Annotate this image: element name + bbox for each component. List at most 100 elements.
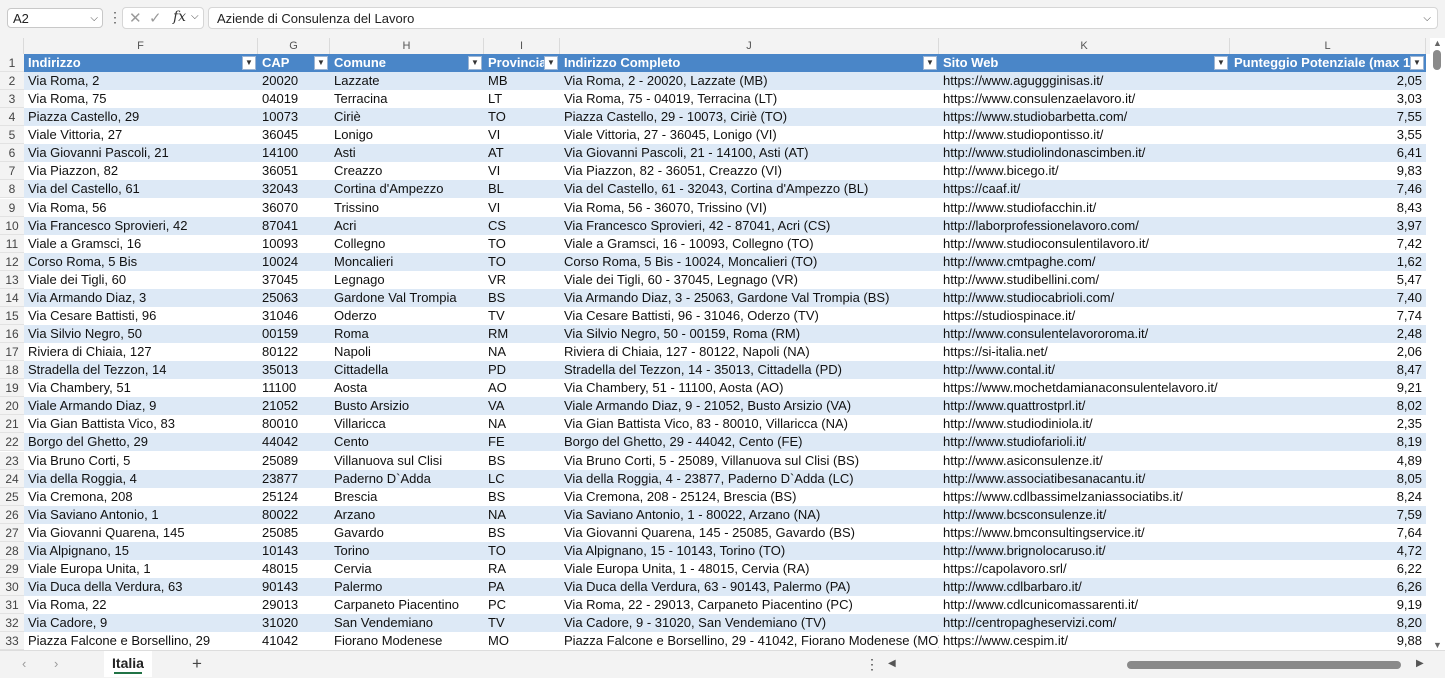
- column-header[interactable]: Indirizzo Completo: [560, 54, 939, 72]
- table-cell[interactable]: 8,47: [1230, 361, 1426, 379]
- table-cell[interactable]: http://www.bicego.it/: [939, 162, 1230, 180]
- filter-dropdown-icon[interactable]: ▼: [923, 56, 937, 70]
- table-cell[interactable]: Via Cremona, 208: [24, 488, 258, 506]
- scroll-down-icon[interactable]: ▼: [1433, 640, 1442, 650]
- table-cell[interactable]: 04019: [258, 90, 330, 108]
- table-cell[interactable]: https://www.cespim.it/: [939, 632, 1230, 650]
- table-cell[interactable]: Via Francesco Sprovieri, 42 - 87041, Acr…: [560, 217, 939, 235]
- table-cell[interactable]: https://studiospinace.it/: [939, 307, 1230, 325]
- chevron-down-icon[interactable]: ⌵: [191, 11, 199, 22]
- column-letter-k[interactable]: K: [939, 38, 1230, 54]
- table-cell[interactable]: Viale Europa Unita, 1: [24, 560, 258, 578]
- table-cell[interactable]: Gardone Val Trompia: [330, 289, 484, 307]
- table-cell[interactable]: BS: [484, 452, 560, 470]
- table-cell[interactable]: Via Armando Diaz, 3: [24, 289, 258, 307]
- table-cell[interactable]: Gavardo: [330, 524, 484, 542]
- table-cell[interactable]: Via Alpignano, 15: [24, 542, 258, 560]
- table-cell[interactable]: Viale Europa Unita, 1 - 48015, Cervia (R…: [560, 560, 939, 578]
- row-number[interactable]: 13: [0, 270, 24, 289]
- table-cell[interactable]: Viale dei Tigli, 60: [24, 271, 258, 289]
- name-box[interactable]: A2 ⌵: [7, 8, 103, 28]
- table-cell[interactable]: Via Duca della Verdura, 63 - 90143, Pale…: [560, 578, 939, 596]
- table-cell[interactable]: TV: [484, 614, 560, 632]
- table-cell[interactable]: PD: [484, 361, 560, 379]
- table-cell[interactable]: NA: [484, 415, 560, 433]
- table-cell[interactable]: 00159: [258, 325, 330, 343]
- column-letter-l[interactable]: L: [1230, 38, 1426, 54]
- row-number[interactable]: 32: [0, 614, 24, 633]
- table-cell[interactable]: 41042: [258, 632, 330, 650]
- table-cell[interactable]: https://caaf.it/: [939, 180, 1230, 198]
- table-cell[interactable]: 4,89: [1230, 452, 1426, 470]
- table-cell[interactable]: Villanuova sul Clisi: [330, 452, 484, 470]
- table-cell[interactable]: MO: [484, 632, 560, 650]
- column-letter-h[interactable]: H: [330, 38, 484, 54]
- row-number[interactable]: 24: [0, 469, 24, 488]
- table-cell[interactable]: Corso Roma, 5 Bis: [24, 253, 258, 271]
- row-number[interactable]: 4: [0, 108, 24, 127]
- filter-dropdown-icon[interactable]: ▼: [544, 56, 558, 70]
- table-cell[interactable]: RM: [484, 325, 560, 343]
- row-number[interactable]: 25: [0, 487, 24, 506]
- table-cell[interactable]: Arzano: [330, 506, 484, 524]
- table-cell[interactable]: 80022: [258, 506, 330, 524]
- prev-sheet-icon[interactable]: ‹: [22, 656, 26, 671]
- table-cell[interactable]: 7,74: [1230, 307, 1426, 325]
- table-cell[interactable]: 29013: [258, 596, 330, 614]
- table-cell[interactable]: 36070: [258, 199, 330, 217]
- table-cell[interactable]: Via della Roggia, 4 - 23877, Paderno D`A…: [560, 470, 939, 488]
- table-cell[interactable]: 7,42: [1230, 235, 1426, 253]
- table-cell[interactable]: Via della Roggia, 4: [24, 470, 258, 488]
- table-cell[interactable]: 8,02: [1230, 397, 1426, 415]
- row-number[interactable]: 11: [0, 234, 24, 253]
- table-cell[interactable]: 7,55: [1230, 108, 1426, 126]
- table-cell[interactable]: Via Bruno Corti, 5 - 25089, Villanuova s…: [560, 452, 939, 470]
- table-cell[interactable]: Fiorano Modenese: [330, 632, 484, 650]
- table-cell[interactable]: 7,46: [1230, 180, 1426, 198]
- table-cell[interactable]: 8,20: [1230, 614, 1426, 632]
- table-cell[interactable]: 2,48: [1230, 325, 1426, 343]
- table-cell[interactable]: 87041: [258, 217, 330, 235]
- column-header[interactable]: Indirizzo: [24, 54, 258, 72]
- table-cell[interactable]: Via Roma, 56 - 36070, Trissino (VI): [560, 199, 939, 217]
- table-cell[interactable]: 7,40: [1230, 289, 1426, 307]
- table-cell[interactable]: Viale Armando Diaz, 9: [24, 397, 258, 415]
- table-cell[interactable]: 80122: [258, 343, 330, 361]
- table-cell[interactable]: Legnago: [330, 271, 484, 289]
- table-cell[interactable]: Piazza Castello, 29: [24, 108, 258, 126]
- row-number[interactable]: 15: [0, 306, 24, 325]
- table-cell[interactable]: http://centropagheservizi.com/: [939, 614, 1230, 632]
- table-cell[interactable]: https://www.mochetdamianaconsulentelavor…: [939, 379, 1230, 397]
- table-cell[interactable]: Via Saviano Antonio, 1: [24, 506, 258, 524]
- table-cell[interactable]: Via Duca della Verdura, 63: [24, 578, 258, 596]
- table-cell[interactable]: TO: [484, 108, 560, 126]
- table-cell[interactable]: Via Bruno Corti, 5: [24, 452, 258, 470]
- row-number[interactable]: 23: [0, 451, 24, 470]
- table-cell[interactable]: VI: [484, 162, 560, 180]
- table-cell[interactable]: 6,26: [1230, 578, 1426, 596]
- table-cell[interactable]: 8,43: [1230, 199, 1426, 217]
- sheet-tab-italia[interactable]: Italia: [104, 651, 152, 677]
- table-cell[interactable]: http://www.asiconsulenze.it/: [939, 452, 1230, 470]
- table-cell[interactable]: http://laborprofessionelavoro.com/: [939, 217, 1230, 235]
- table-cell[interactable]: https://www.cdlbassimelzaniassociatibs.i…: [939, 488, 1230, 506]
- chevron-down-icon[interactable]: ⌵: [90, 9, 98, 29]
- table-cell[interactable]: http://www.studioconsulentilavoro.it/: [939, 235, 1230, 253]
- table-cell[interactable]: 9,88: [1230, 632, 1426, 650]
- table-cell[interactable]: Trissino: [330, 199, 484, 217]
- table-cell[interactable]: 44042: [258, 433, 330, 451]
- table-cell[interactable]: Via Silvio Negro, 50: [24, 325, 258, 343]
- table-cell[interactable]: http://www.studiopontisso.it/: [939, 126, 1230, 144]
- table-cell[interactable]: MB: [484, 72, 560, 90]
- table-cell[interactable]: https://capolavoro.srl/: [939, 560, 1230, 578]
- column-letter-f[interactable]: F: [24, 38, 258, 54]
- formula-input[interactable]: Aziende di Consulenza del Lavoro ⌵: [208, 7, 1438, 29]
- table-cell[interactable]: Carpaneto Piacentino: [330, 596, 484, 614]
- table-cell[interactable]: VR: [484, 271, 560, 289]
- table-cell[interactable]: http://www.studiodiniola.it/: [939, 415, 1230, 433]
- row-number[interactable]: 1: [0, 54, 24, 72]
- table-cell[interactable]: Stradella del Tezzon, 14: [24, 361, 258, 379]
- table-cell[interactable]: RA: [484, 560, 560, 578]
- table-cell[interactable]: Via Piazzon, 82 - 36051, Creazzo (VI): [560, 162, 939, 180]
- table-cell[interactable]: Via Giovanni Quarena, 145: [24, 524, 258, 542]
